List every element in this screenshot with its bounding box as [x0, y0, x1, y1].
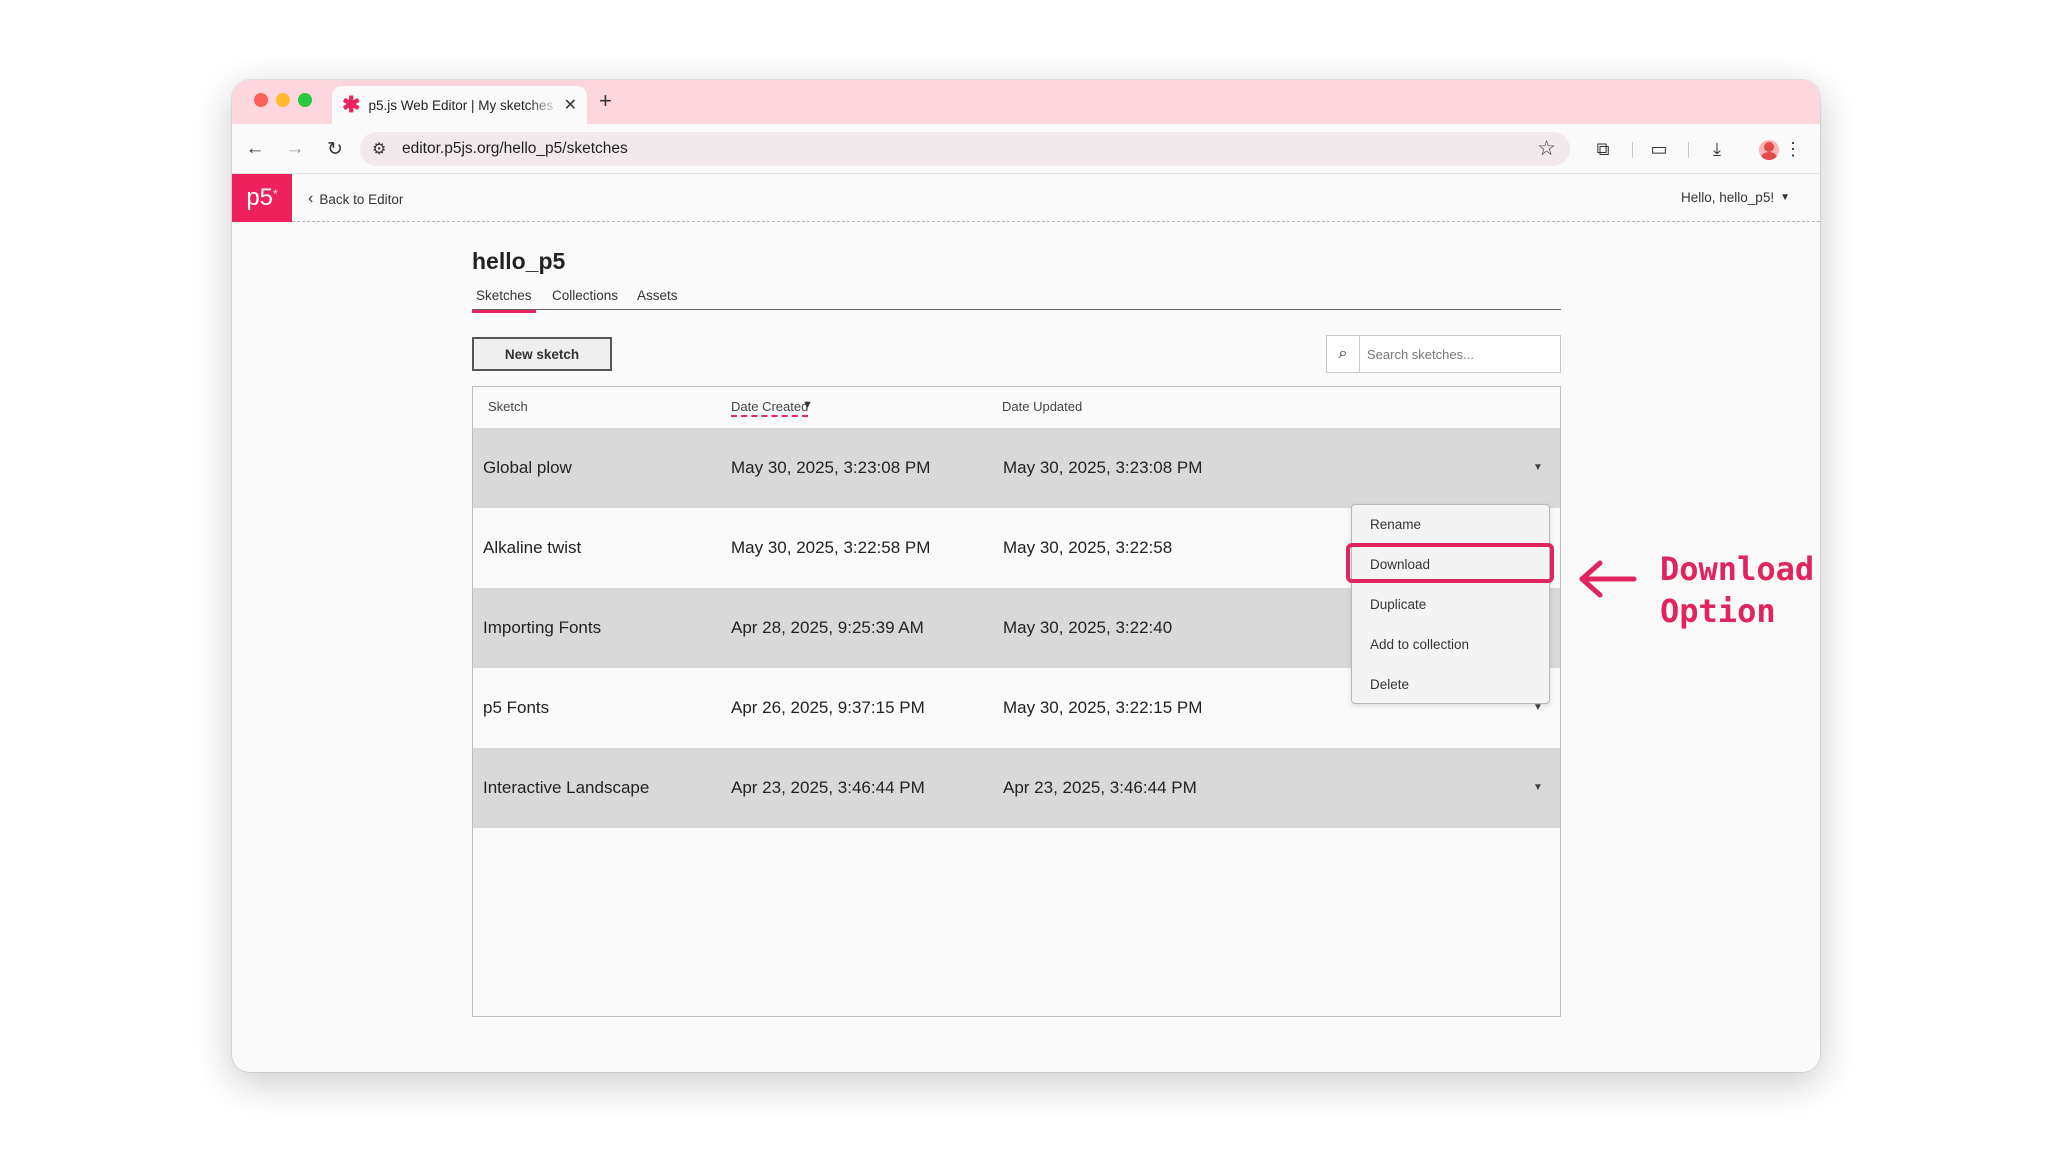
- address-bar[interactable]: ⚙ editor.p5js.org/hello_p5/sketches ☆: [360, 132, 1570, 166]
- logo-text: p5: [246, 184, 274, 211]
- page-content: p5 * ‹ Back to Editor Hello, hello_p5! ▼ …: [232, 174, 1820, 1072]
- p5-favicon-icon: ✱: [342, 92, 361, 117]
- annotation-line-2: Option: [1660, 592, 1776, 630]
- column-date-created[interactable]: Date Created: [731, 399, 809, 417]
- sketch-name[interactable]: p5 Fonts: [483, 698, 549, 718]
- back-arrow-icon[interactable]: ←: [242, 136, 268, 162]
- new-tab-icon[interactable]: +: [599, 88, 612, 114]
- tab-search-icon[interactable]: ▭: [1646, 136, 1672, 162]
- search-input[interactable]: Search sketches...: [1367, 347, 1474, 362]
- date-updated: May 30, 2025, 3:22:40: [1003, 618, 1173, 637]
- toolbar-divider: [1688, 142, 1689, 158]
- p5-logo[interactable]: p5 *: [232, 174, 292, 222]
- site-settings-icon[interactable]: ⚙: [372, 139, 386, 159]
- logo-asterisk: *: [273, 187, 278, 201]
- back-to-editor-link[interactable]: ‹ Back to Editor: [308, 190, 403, 208]
- chevron-left-icon: ‹: [308, 190, 314, 207]
- sort-descending-icon[interactable]: ▼: [802, 399, 813, 411]
- more-menu-icon[interactable]: ⋮: [1780, 136, 1806, 162]
- download-icon[interactable]: ⤓: [1704, 136, 1730, 162]
- user-greeting: Hello, hello_p5!: [1681, 190, 1775, 205]
- annotation-arrow-icon: [1579, 560, 1637, 598]
- download-highlight-box: [1346, 543, 1554, 583]
- table-row[interactable]: Interactive Landscape Apr 23, 2025, 3:46…: [473, 748, 1560, 828]
- date-created: Apr 28, 2025, 9:25:39 AM: [731, 618, 924, 637]
- column-sketch[interactable]: Sketch: [488, 399, 528, 414]
- minimize-window-button[interactable]: [276, 93, 290, 107]
- tab-strip: ✱ p5.js Web Editor | My sketches ✕ +: [232, 80, 1820, 124]
- sketch-options-menu: Rename Download Duplicate Add to collect…: [1351, 504, 1550, 704]
- table-header: Sketch Date Created ▼ Date Updated: [473, 387, 1560, 428]
- row-menu-caret-icon[interactable]: ▼: [1533, 782, 1543, 793]
- date-created: Apr 23, 2025, 3:46:44 PM: [731, 778, 925, 797]
- sketch-tabs: Sketches Collections Assets: [472, 284, 1561, 313]
- back-label: Back to Editor: [319, 191, 404, 207]
- date-created: May 30, 2025, 3:22:58 PM: [731, 538, 931, 557]
- extensions-icon[interactable]: ⧉: [1590, 136, 1616, 162]
- close-window-button[interactable]: [254, 93, 268, 107]
- date-created: Apr 26, 2025, 9:37:15 PM: [731, 698, 925, 717]
- menu-item-delete[interactable]: Delete: [1370, 677, 1409, 692]
- forward-arrow-icon[interactable]: →: [282, 136, 308, 162]
- search-icon[interactable]: ⌕: [1327, 336, 1360, 372]
- tab-sketches[interactable]: Sketches: [472, 288, 536, 313]
- browser-tab[interactable]: ✱ p5.js Web Editor | My sketches ✕: [332, 86, 587, 124]
- annotation-text: Download Option: [1660, 548, 1814, 632]
- date-updated: May 30, 2025, 3:23:08 PM: [1003, 458, 1203, 477]
- profile-avatar[interactable]: [1759, 140, 1779, 160]
- caret-down-icon: ▼: [1780, 192, 1790, 203]
- menu-item-add-to-collection[interactable]: Add to collection: [1370, 637, 1469, 652]
- date-updated: Apr 23, 2025, 3:46:44 PM: [1003, 778, 1197, 797]
- tab-collections[interactable]: Collections: [552, 288, 618, 303]
- date-updated: May 30, 2025, 3:22:58: [1003, 538, 1173, 557]
- maximize-window-button[interactable]: [298, 93, 312, 107]
- sketch-name[interactable]: Global plow: [483, 458, 572, 478]
- tab-close-icon[interactable]: ✕: [564, 95, 577, 115]
- url-text: editor.p5js.org/hello_p5/sketches: [402, 140, 628, 157]
- menu-item-rename[interactable]: Rename: [1370, 517, 1421, 532]
- annotation-line-1: Download: [1660, 550, 1815, 588]
- tab-title: p5.js Web Editor | My sketches: [368, 97, 554, 113]
- p5-navbar: p5 * ‹ Back to Editor Hello, hello_p5! ▼: [232, 174, 1820, 222]
- new-sketch-button[interactable]: New sketch: [472, 337, 612, 371]
- toolbar-divider: [1632, 142, 1633, 158]
- sketch-name[interactable]: Interactive Landscape: [483, 778, 649, 798]
- user-menu[interactable]: Hello, hello_p5! ▼: [1681, 190, 1790, 205]
- table-row[interactable]: Global plow May 30, 2025, 3:23:08 PM May…: [473, 428, 1560, 508]
- date-created: May 30, 2025, 3:23:08 PM: [731, 458, 931, 477]
- bookmark-star-icon[interactable]: ☆: [1537, 136, 1556, 161]
- tab-assets[interactable]: Assets: [637, 288, 678, 303]
- sketch-name[interactable]: Alkaline twist: [483, 538, 581, 558]
- reload-icon[interactable]: ↻: [322, 136, 348, 162]
- date-updated: May 30, 2025, 3:22:15 PM: [1003, 698, 1203, 717]
- menu-item-duplicate[interactable]: Duplicate: [1370, 597, 1426, 612]
- page-title: hello_p5: [472, 248, 566, 274]
- column-date-updated[interactable]: Date Updated: [1002, 399, 1082, 414]
- search-box: ⌕ Search sketches...: [1326, 335, 1561, 373]
- sketch-name[interactable]: Importing Fonts: [483, 618, 601, 638]
- browser-toolbar: ← → ↻ ⚙ editor.p5js.org/hello_p5/sketche…: [232, 124, 1820, 174]
- row-menu-caret-icon[interactable]: ▼: [1533, 462, 1543, 473]
